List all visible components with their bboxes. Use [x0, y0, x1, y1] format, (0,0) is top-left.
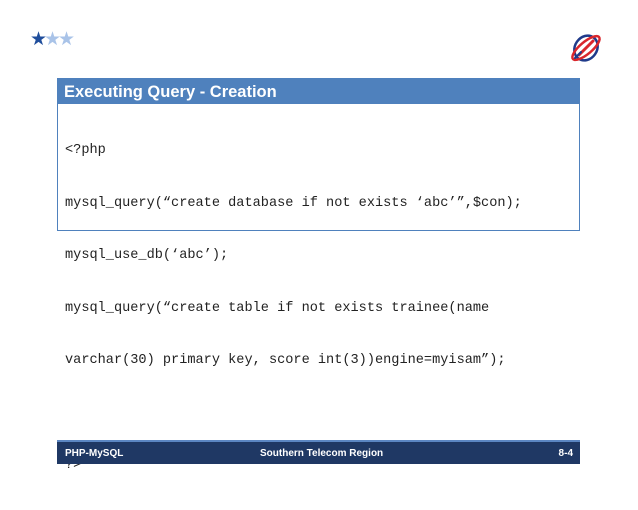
footer-course-label: PHP-MySQL: [65, 448, 124, 459]
code-line: <?php: [65, 143, 106, 158]
code-line: mysql_query(“create table if not exists …: [65, 300, 490, 316]
code-line: mysql_use_db(‘abc’);: [65, 248, 229, 263]
content-panel: Executing Query - Creation <?php mysql_q…: [57, 78, 580, 473]
footer-region-label: Southern Telecom Region: [260, 448, 384, 459]
company-logo: [571, 34, 601, 62]
slide-footer: PHP-MySQL Southern Telecom Region 8-4: [57, 440, 580, 464]
slide-title: Executing Query - Creation: [58, 79, 579, 104]
star-icon: ★: [58, 28, 76, 50]
code-line: mysql_query(“create database if not exis…: [65, 195, 522, 211]
code-line: varchar(30) primary key, score int(3))en…: [65, 353, 506, 368]
footer-page-number: 8-4: [558, 448, 573, 459]
